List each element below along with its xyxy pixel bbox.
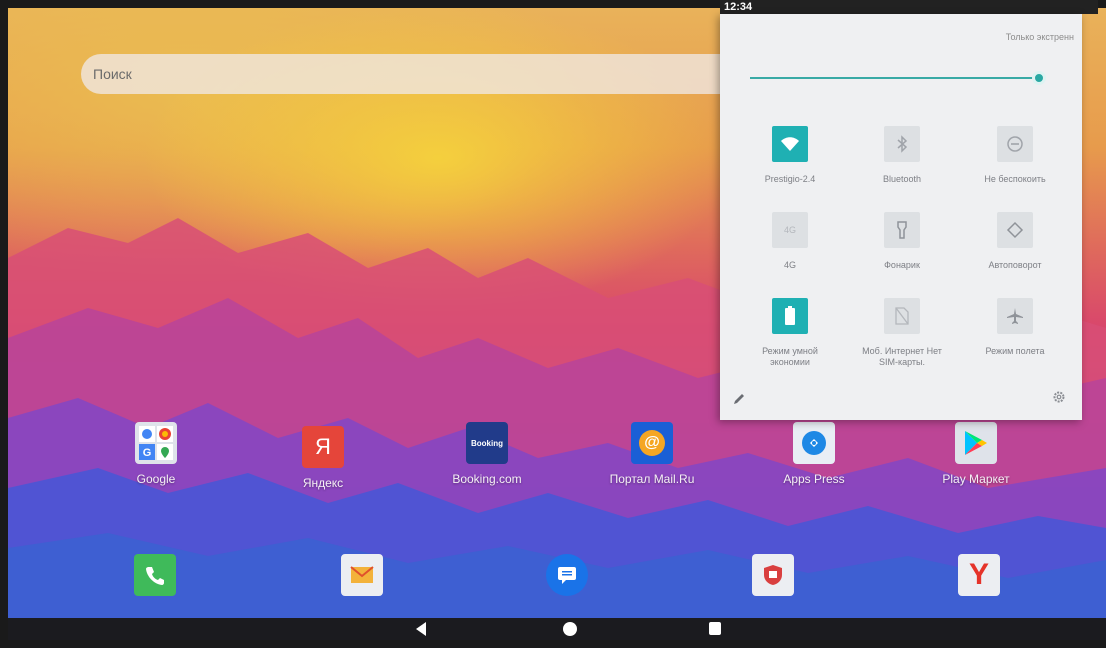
- settings-gear-icon[interactable]: [1052, 390, 1066, 409]
- tile-label: Режим умной экономии: [762, 346, 818, 367]
- app-play-market[interactable]: Play Маркет: [916, 422, 1036, 486]
- svg-text:G: G: [143, 447, 152, 459]
- navigation-bar: [8, 618, 1106, 640]
- edit-pencil-icon[interactable]: [732, 392, 746, 411]
- app-label: Портал Mail.Ru: [609, 472, 695, 486]
- app-label: Google: [136, 472, 176, 486]
- back-button[interactable]: [414, 621, 428, 640]
- auto-rotate-icon: [997, 212, 1033, 248]
- tile-4g[interactable]: 4G 4G: [735, 212, 845, 271]
- tile-label: Режим полета: [985, 346, 1045, 356]
- tile-label: 4G: [783, 260, 796, 270]
- quick-settings-panel: Только экстренн Prestigio-2.4 Bluetooth …: [720, 14, 1082, 420]
- status-bar-clock: 12:34: [720, 0, 1098, 14]
- tile-do-not-disturb[interactable]: Не беспокоить: [960, 126, 1070, 185]
- app-label: Play Маркет: [942, 472, 1010, 486]
- email-icon[interactable]: [341, 554, 383, 596]
- app-yandex[interactable]: Я Яндекс: [263, 426, 383, 490]
- tile-label: Prestigio-2.4: [764, 174, 816, 184]
- yandex-icon: Я: [302, 426, 344, 468]
- messages-icon[interactable]: [546, 554, 588, 596]
- shield-app-icon[interactable]: [752, 554, 794, 596]
- tile-label: Автоповорот: [988, 260, 1042, 270]
- play-market-icon: [955, 422, 997, 464]
- home-button[interactable]: [562, 621, 578, 640]
- app-apps-press[interactable]: Apps Press: [754, 422, 874, 486]
- app-mailru[interactable]: @ Портал Mail.Ru: [592, 422, 712, 486]
- tile-label: Моб. Интернет Нет SIM-карты.: [862, 346, 942, 367]
- recents-button[interactable]: [708, 621, 722, 640]
- tile-battery-saver[interactable]: Режим умной экономии: [735, 298, 845, 368]
- tile-wifi[interactable]: Prestigio-2.4: [735, 126, 845, 185]
- tile-mobile-data[interactable]: Моб. Интернет Нет SIM-карты.: [847, 298, 957, 368]
- battery-saver-icon: [772, 298, 808, 334]
- tile-bluetooth[interactable]: Bluetooth: [847, 126, 957, 185]
- tile-label: Фонарик: [884, 260, 920, 270]
- bluetooth-icon: [884, 126, 920, 162]
- yandex-browser-icon[interactable]: Y: [958, 554, 1000, 596]
- search-bar[interactable]: Поиск: [81, 54, 741, 94]
- tile-auto-rotate[interactable]: Автоповорот: [960, 212, 1070, 271]
- app-label: Яндекс: [302, 476, 344, 490]
- tile-airplane-mode[interactable]: Режим полета: [960, 298, 1070, 357]
- app-google[interactable]: G Google: [96, 422, 216, 486]
- no-sim-icon: [884, 298, 920, 334]
- airplane-icon: [997, 298, 1033, 334]
- app-booking[interactable]: Booking Booking.com: [427, 422, 547, 486]
- apps-press-icon: [793, 422, 835, 464]
- brightness-slider-track[interactable]: [750, 77, 1038, 79]
- tile-flashlight[interactable]: Фонарик: [847, 212, 957, 271]
- tile-label: Не беспокоить: [984, 174, 1046, 184]
- do-not-disturb-icon: [997, 126, 1033, 162]
- mailru-icon: @: [631, 422, 673, 464]
- wifi-icon: [772, 126, 808, 162]
- dnd-mode-label[interactable]: Только экстренн: [1006, 32, 1074, 42]
- app-label: Apps Press: [783, 472, 845, 486]
- phone-icon[interactable]: [134, 554, 176, 596]
- tile-label: Bluetooth: [882, 174, 922, 184]
- booking-icon: Booking: [466, 422, 508, 464]
- 4g-icon: 4G: [772, 212, 808, 248]
- brightness-slider-thumb[interactable]: [1032, 71, 1046, 85]
- app-label: Booking.com: [452, 472, 522, 486]
- google-folder-icon: G: [135, 422, 177, 464]
- flashlight-icon: [884, 212, 920, 248]
